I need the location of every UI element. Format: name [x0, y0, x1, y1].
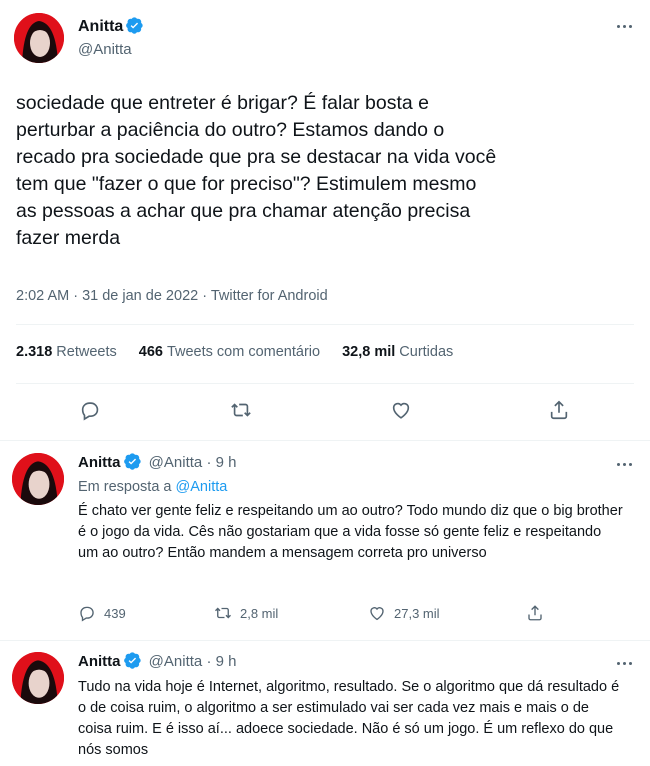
- quotes-stat[interactable]: 466 Tweets com comentário: [139, 344, 320, 360]
- reply-icon: [80, 606, 94, 622]
- share-icon: [528, 605, 542, 621]
- reply-action[interactable]: 439: [78, 604, 126, 622]
- author-name[interactable]: Anitta: [78, 18, 123, 35]
- avatar[interactable]: [12, 453, 64, 505]
- share-action[interactable]: [526, 604, 544, 622]
- in-reply-to-handle[interactable]: @Anitta: [176, 479, 228, 495]
- divider: [16, 324, 634, 325]
- avatar-image: [14, 13, 64, 63]
- share-icon[interactable]: [546, 397, 572, 423]
- tweet-text: Tudo na vida hoje é Internet, algoritmo,…: [78, 679, 620, 758]
- reply-tweet[interactable]: Anitta @Anitta · 9 h Em resposta a @Anit…: [0, 453, 650, 643]
- author-handle[interactable]: @Anitta: [149, 653, 203, 670]
- verified-badge-icon: [123, 453, 141, 470]
- verified-badge-icon: [126, 17, 143, 34]
- more-icon[interactable]: [612, 654, 636, 672]
- retweet-count: 2,8 mil: [240, 605, 279, 621]
- tweet-text: É chato ver gente feliz e respeitando um…: [78, 503, 623, 561]
- avatar[interactable]: [12, 652, 64, 704]
- more-icon[interactable]: [612, 455, 636, 473]
- retweet-action[interactable]: 2,8 mil: [214, 604, 278, 622]
- like-icon: [370, 607, 384, 621]
- divider: [16, 383, 634, 384]
- more-icon[interactable]: [612, 17, 636, 35]
- likes-stat[interactable]: 32,8 mil Curtidas: [342, 344, 453, 360]
- reply-icon[interactable]: [77, 397, 103, 423]
- like-count: 27,3 mil: [394, 605, 440, 621]
- verified-badge-icon: [123, 652, 141, 669]
- tweet-actions: 439 2,8 mil 27,3 mil: [78, 604, 558, 626]
- author-name[interactable]: Anitta: [78, 653, 121, 670]
- like-icon[interactable]: [388, 397, 414, 423]
- author-handle[interactable]: @Anitta: [149, 454, 203, 471]
- tweet-timestamp[interactable]: 2:02 AM · 31 de jan de 2022 · Twitter fo…: [16, 288, 328, 304]
- tweet-time[interactable]: · 9 h: [206, 454, 236, 471]
- author-handle[interactable]: @Anitta: [78, 41, 132, 58]
- tweet-actions: [0, 397, 650, 427]
- retweet-icon[interactable]: [228, 397, 254, 423]
- divider: [0, 440, 650, 441]
- in-reply-to: Em resposta a @Anitta: [78, 479, 228, 495]
- reply-tweet[interactable]: Anitta @Anitta · 9 h Tudo na vida hoje é…: [0, 652, 650, 766]
- author-name[interactable]: Anitta: [78, 454, 121, 471]
- avatar-image: [12, 652, 64, 704]
- like-action[interactable]: 27,3 mil: [368, 604, 440, 622]
- engagement-stats: 2.318 Retweets 466 Tweets com comentário 3…: [16, 344, 453, 360]
- tweet-time[interactable]: · 9 h: [206, 653, 236, 670]
- avatar-image: [12, 453, 64, 505]
- avatar[interactable]: [14, 13, 64, 63]
- retweets-stat[interactable]: 2.318 Retweets: [16, 344, 117, 360]
- tweet-text: sociedade que entreter é brigar? É falar…: [16, 92, 497, 249]
- reply-count: 439: [104, 605, 126, 621]
- divider: [0, 640, 650, 641]
- retweet-icon: [215, 607, 231, 619]
